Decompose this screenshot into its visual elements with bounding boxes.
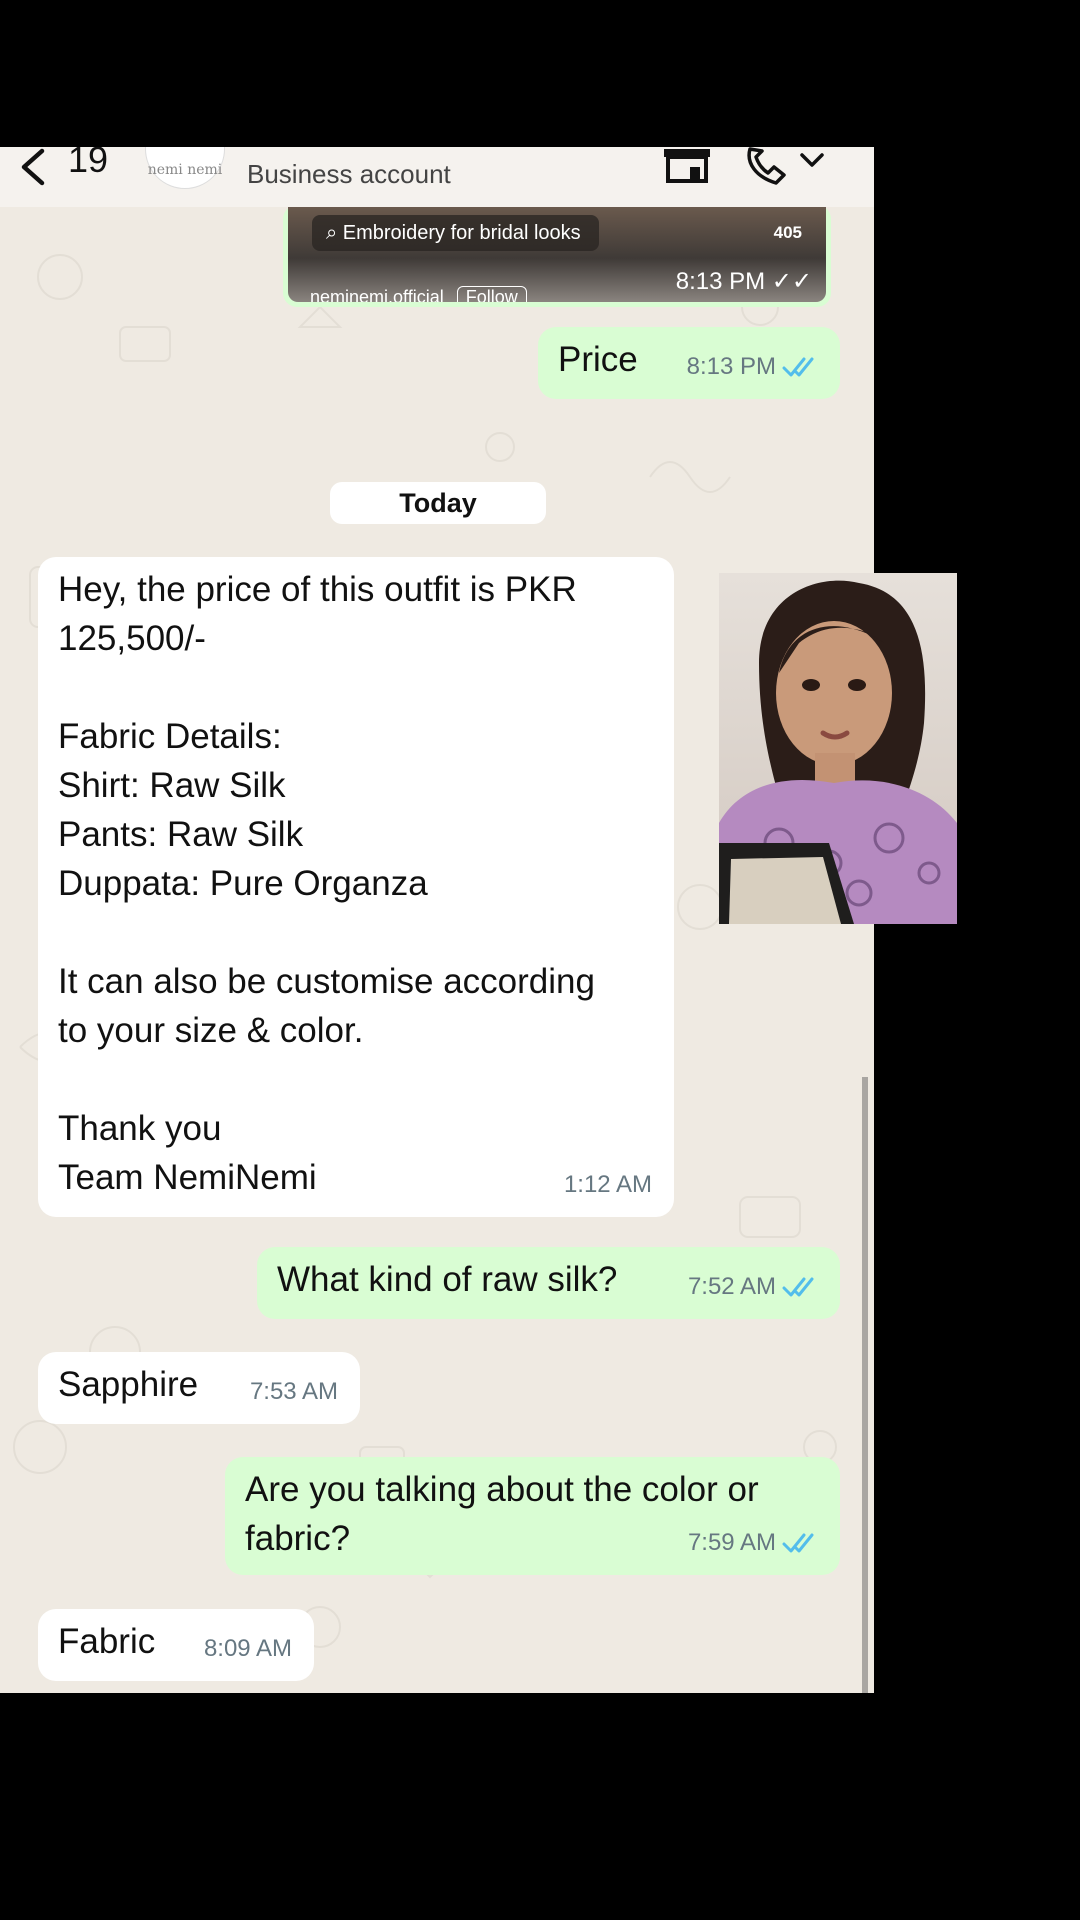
message-meta: 7:52 AM [688, 1262, 818, 1311]
chat-header: 19 nemi nemi Nemi Nemi Outfits Business … [0, 147, 874, 207]
read-ticks-icon [782, 1277, 814, 1296]
message-meta: 1:12 AM [564, 1160, 652, 1209]
message-text: What kind of raw silk? [277, 1260, 618, 1299]
chevron-left-icon[interactable] [16, 147, 50, 187]
message-bubble-outgoing[interactable]: Are you talking about the color or fabri… [225, 1457, 840, 1575]
avatar-logo-text: nemi nemi [147, 162, 223, 178]
post-account-name: neminemi.official [310, 287, 444, 302]
date-divider: Today [330, 482, 546, 524]
presenter-video-overlay [719, 573, 957, 924]
message-bubble-incoming[interactable]: Fabric 8:09 AM [38, 1609, 314, 1681]
message-meta: 8:13 PM [687, 342, 818, 391]
presenter-person-illustration [719, 580, 957, 924]
shared-post-card[interactable]: ⌕ Embroidery for bridal looks 405 8:13 P… [283, 205, 831, 307]
chat-scrollbar[interactable] [862, 1077, 868, 1693]
message-time: 7:53 AM [249, 1378, 338, 1405]
message-text: Hey, the price of this outfit is PKR 125… [58, 570, 595, 1197]
post-account: neminemi.official Follow [310, 286, 527, 302]
avatar[interactable]: nemi nemi [145, 147, 225, 189]
phone-icon[interactable] [740, 147, 830, 187]
message-text: Price [558, 340, 638, 379]
message-meta: 8:09 AM [204, 1624, 292, 1673]
message-bubble-incoming[interactable]: Hey, the price of this outfit is PKR 125… [38, 557, 674, 1217]
read-ticks-icon [782, 1533, 814, 1552]
message-meta: 7:59 AM [688, 1518, 818, 1567]
search-chip-label: Embroidery for bridal looks [342, 222, 581, 244]
message-time: 8:13 PM ✓✓ [676, 267, 812, 296]
read-ticks-icon: ✓✓ [771, 268, 812, 295]
contact-subtitle: Business account [247, 159, 451, 189]
store-icon[interactable] [660, 147, 712, 183]
message-meta: 7:53 AM [250, 1367, 338, 1416]
follow-button[interactable]: Follow [456, 286, 527, 302]
unread-count[interactable]: 19 [68, 147, 108, 181]
message-time: 1:12 AM [563, 1171, 652, 1198]
message-text: Fabric [58, 1622, 156, 1661]
message-bubble-outgoing[interactable]: Price 8:13 PM [538, 327, 840, 399]
read-ticks-icon [782, 357, 814, 376]
contact-name[interactable]: Nemi Nemi Outfits [247, 147, 576, 156]
search-icon: ⌕ [326, 222, 343, 244]
media-time-label: 8:13 PM [675, 268, 766, 295]
search-chip[interactable]: ⌕ Embroidery for bridal looks [312, 215, 599, 251]
message-text: Sapphire [58, 1365, 199, 1404]
shared-post-thumbnail[interactable]: ⌕ Embroidery for bridal looks 405 8:13 P… [288, 205, 826, 302]
message-time: 7:52 AM [687, 1273, 776, 1300]
message-text: Are you talking about the color or fabri… [245, 1470, 759, 1558]
post-count: 405 [773, 223, 802, 242]
message-bubble-outgoing[interactable]: What kind of raw silk? 7:52 AM [257, 1247, 840, 1319]
message-time: 7:59 AM [687, 1529, 776, 1556]
message-time: 8:13 PM [686, 353, 776, 380]
message-time: 8:09 AM [203, 1635, 292, 1662]
message-bubble-incoming[interactable]: Sapphire 7:53 AM [38, 1352, 360, 1424]
